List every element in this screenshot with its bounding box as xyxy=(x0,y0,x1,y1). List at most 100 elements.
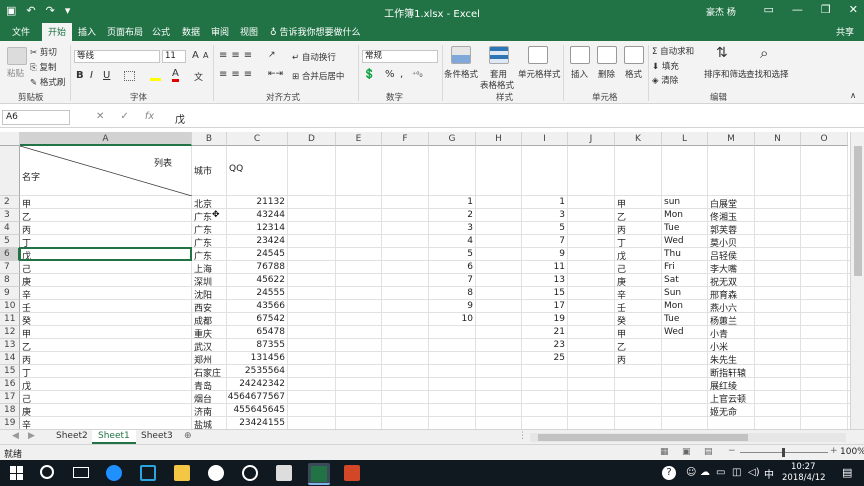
insert-cells-icon[interactable] xyxy=(570,46,590,64)
cell-a16[interactable]: 戊 xyxy=(22,379,31,392)
enter-icon[interactable]: ✓ xyxy=(120,111,128,122)
cell-styles-icon[interactable] xyxy=(528,46,548,64)
cell-c9[interactable]: 24555 xyxy=(227,288,285,298)
collapse-ribbon-icon[interactable]: ∧ xyxy=(850,91,856,101)
cell-c2[interactable]: 21132 xyxy=(227,197,285,207)
horizontal-scroll-thumb[interactable] xyxy=(538,434,748,441)
settings-app-icon[interactable] xyxy=(208,465,224,481)
page-layout-view-icon[interactable]: ▣ xyxy=(682,447,691,457)
cell-c19[interactable]: 23424155 xyxy=(227,418,285,428)
column-header-m[interactable]: M xyxy=(708,132,755,146)
media-app-icon[interactable] xyxy=(242,465,258,481)
clear-button[interactable]: ◈ 清除 xyxy=(652,74,678,86)
fill-button[interactable]: ⬇ 填充 xyxy=(652,60,679,72)
cell-m6[interactable]: 吕轻侯 xyxy=(710,249,737,262)
cell-m15[interactable]: 断指轩辕 xyxy=(710,366,746,379)
cut-button[interactable]: ✂ 剪切 xyxy=(30,46,57,58)
cell-i14[interactable]: 25 xyxy=(522,353,565,363)
row-header-10[interactable]: 10 xyxy=(0,300,20,313)
cell-g5[interactable]: 4 xyxy=(429,236,473,246)
row-header-2[interactable]: 2 xyxy=(0,196,20,209)
people-icon[interactable]: ☺ xyxy=(686,467,696,478)
cell-a11[interactable]: 癸 xyxy=(22,314,31,327)
cell-a17[interactable]: 己 xyxy=(22,392,31,405)
cell-m7[interactable]: 李大嘴 xyxy=(710,262,737,275)
qq-app-icon[interactable] xyxy=(140,465,156,481)
cell-m12[interactable]: 小青 xyxy=(710,327,728,340)
cell-c14[interactable]: 131456 xyxy=(227,353,285,363)
cell-g3[interactable]: 2 xyxy=(429,210,473,220)
tab-formulas[interactable]: 公式 xyxy=(152,25,170,38)
cell-l3[interactable]: Mon xyxy=(664,210,683,220)
user-name[interactable]: 豪杰 杨 xyxy=(706,5,736,18)
copy-button[interactable]: ⎘ 复制 xyxy=(30,61,57,73)
task-view-icon[interactable] xyxy=(73,467,89,478)
cell-c7[interactable]: 76788 xyxy=(227,262,285,272)
cell-b9[interactable]: 沈阳 xyxy=(194,288,212,301)
cell-a14[interactable]: 丙 xyxy=(22,353,31,366)
cell-m2[interactable]: 白展堂 xyxy=(710,197,737,210)
column-header-c[interactable]: C xyxy=(227,132,288,146)
row-header-11[interactable]: 11 xyxy=(0,313,20,326)
vertical-scroll-thumb[interactable] xyxy=(854,146,862,276)
column-header-d[interactable]: D xyxy=(288,132,336,146)
cell-c3[interactable]: 43244 xyxy=(227,210,285,220)
row-header-9[interactable]: 9 xyxy=(0,287,20,300)
bold-button[interactable]: B xyxy=(76,70,84,81)
wrap-text-button[interactable]: ↵ 自动换行 xyxy=(292,51,336,63)
cell-b14[interactable]: 郑州 xyxy=(194,353,212,366)
cell-g9[interactable]: 8 xyxy=(429,288,473,298)
cell-m5[interactable]: 莫小贝 xyxy=(710,236,737,249)
cell-a12[interactable]: 甲 xyxy=(22,327,31,340)
network-icon[interactable]: ◫ xyxy=(732,467,741,478)
font-color-icon[interactable]: A xyxy=(172,69,179,82)
zoom-slider[interactable] xyxy=(740,448,828,457)
battery-icon[interactable]: ▭ xyxy=(716,467,725,478)
cortana-icon[interactable] xyxy=(40,465,54,479)
cell-i4[interactable]: 5 xyxy=(522,223,565,233)
clock-time[interactable]: 10:27 xyxy=(791,462,816,472)
cloud-icon[interactable]: ☁ xyxy=(700,467,710,478)
column-header-j[interactable]: J xyxy=(568,132,615,146)
tab-home[interactable]: 开始 xyxy=(42,23,73,41)
cell-i5[interactable]: 7 xyxy=(522,236,565,246)
cell-i10[interactable]: 17 xyxy=(522,301,565,311)
column-header-n[interactable]: N xyxy=(755,132,801,146)
cell-a3[interactable]: 乙 xyxy=(22,210,31,223)
row-header-13[interactable]: 13 xyxy=(0,339,20,352)
clock-date[interactable]: 2018/4/12 xyxy=(782,473,826,483)
cell-k3[interactable]: 乙 xyxy=(617,210,626,223)
cell-l9[interactable]: Sun xyxy=(664,288,681,298)
cell-a19[interactable]: 辛 xyxy=(22,418,31,429)
cell-l2[interactable]: sun xyxy=(664,197,680,207)
cell-b10[interactable]: 西安 xyxy=(194,301,212,314)
cell-a4[interactable]: 丙 xyxy=(22,223,31,236)
cell-m3[interactable]: 佟湘玉 xyxy=(710,210,737,223)
vertical-align-icons[interactable]: ≡≡≡ xyxy=(219,50,256,61)
cell-m16[interactable]: 展红绫 xyxy=(710,379,737,392)
cell-k14[interactable]: 丙 xyxy=(617,353,626,366)
cell-styles-button[interactable]: 单元格样式 xyxy=(518,68,561,80)
column-header-f[interactable]: F xyxy=(382,132,429,146)
cell-k7[interactable]: 己 xyxy=(617,262,626,275)
notification-icon[interactable]: ▤ xyxy=(842,466,852,479)
cell-k6[interactable]: 戊 xyxy=(617,249,626,262)
zoom-slider-thumb[interactable] xyxy=(782,448,785,457)
cell-i7[interactable]: 11 xyxy=(522,262,565,272)
cell-b11[interactable]: 成都 xyxy=(194,314,212,327)
grow-font-icon[interactable]: A xyxy=(192,50,199,61)
cell-b7[interactable]: 上海 xyxy=(194,262,212,275)
cell-b17[interactable]: 烟台 xyxy=(194,392,212,405)
format-as-table-icon[interactable] xyxy=(489,46,509,64)
conditional-format-button[interactable]: 条件格式 xyxy=(444,68,478,80)
zoom-level[interactable]: 100% xyxy=(840,447,864,457)
cell-c8[interactable]: 45622 xyxy=(227,275,285,285)
sheet-tab-sheet2[interactable]: Sheet2 xyxy=(50,430,94,444)
cell-m18[interactable]: 姬无命 xyxy=(710,405,737,418)
horizontal-scrollbar[interactable] xyxy=(530,433,846,442)
share-button[interactable]: 共享 xyxy=(836,25,854,38)
font-size-combo[interactable]: 11 xyxy=(162,50,186,63)
row-header-18[interactable]: 18 xyxy=(0,404,20,417)
maximize-icon[interactable]: ❐ xyxy=(821,3,831,16)
cell-b2[interactable]: 北京 xyxy=(194,197,212,210)
